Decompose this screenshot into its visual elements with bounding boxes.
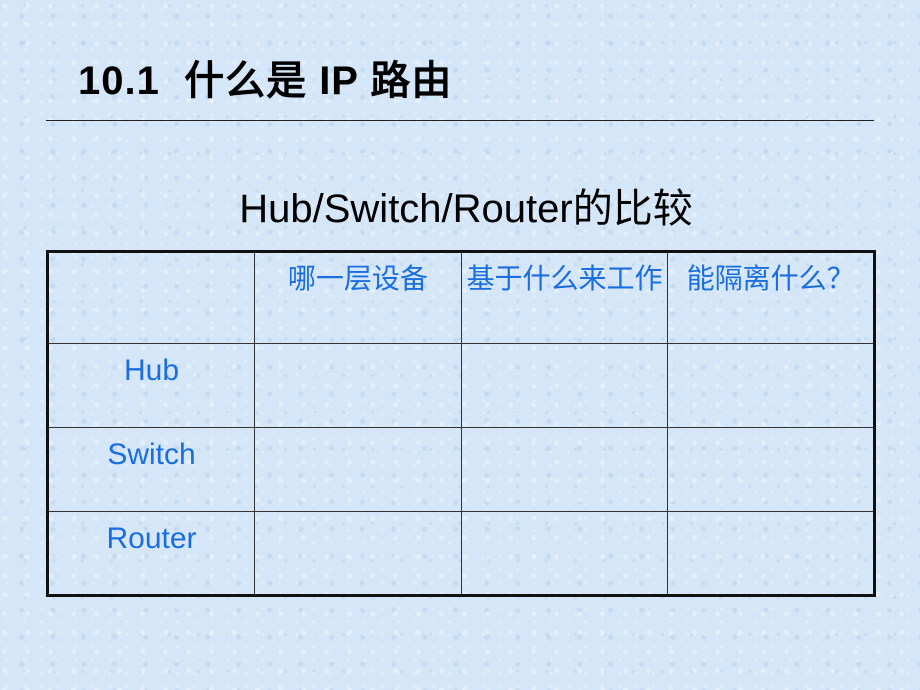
table-cell <box>667 343 875 428</box>
slide-title: 10.1 什么是 IP 路由 <box>78 59 453 103</box>
table-cell <box>254 343 462 428</box>
row-label-router: Router <box>47 511 255 596</box>
table-cell <box>460 427 669 512</box>
table-row: Switch <box>47 427 875 512</box>
table-row: Hub <box>47 343 875 428</box>
header-cell-empty <box>47 251 255 344</box>
table-cell <box>667 427 875 512</box>
table-cell <box>667 511 875 596</box>
table-row: Router <box>47 511 875 596</box>
header-cell-isolation: 能隔离什么？ <box>667 251 875 344</box>
table-header-row: 哪一层设备 基于什么来工作 能隔离什么？ <box>47 251 875 344</box>
row-label-switch: Switch <box>47 427 255 512</box>
header-cell-basis: 基于什么来工作 <box>460 251 669 344</box>
table-cell <box>460 343 669 428</box>
row-label-hub: Hub <box>47 343 255 428</box>
table-cell <box>254 427 462 512</box>
header-cell-layer: 哪一层设备 <box>254 251 462 344</box>
slide-subtitle: Hub/Switch/Router的比较 <box>239 187 693 231</box>
table-cell <box>254 511 462 596</box>
table-cell <box>460 511 669 596</box>
comparison-table: 哪一层设备 基于什么来工作 能隔离什么？ Hub Switch Router <box>46 250 876 597</box>
title-divider <box>46 120 874 121</box>
